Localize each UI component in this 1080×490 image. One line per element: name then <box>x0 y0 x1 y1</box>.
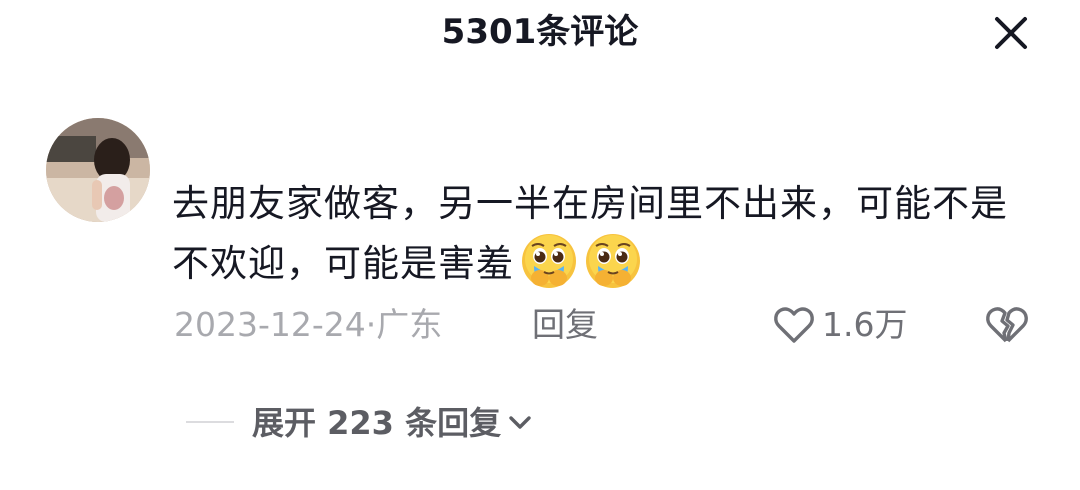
comment-text: 去朋友家做客，另一半在房间里不出来，可能不是不欢迎，可能是害羞 <box>172 176 1032 292</box>
comment-location: 广东 <box>376 305 443 344</box>
close-button[interactable] <box>988 10 1034 56</box>
replies-divider <box>186 421 234 423</box>
reply-button[interactable]: 回复 <box>532 300 598 350</box>
broken-heart-icon <box>986 307 1028 343</box>
avatar-image <box>46 118 150 222</box>
chevron-down-icon <box>509 416 531 429</box>
comments-header: 5301条评论 <box>0 0 1080 70</box>
expand-replies-label: 展开 223 条回复 <box>252 404 502 442</box>
heart-icon <box>774 307 814 343</box>
like-count: 1.6万 <box>822 305 908 344</box>
expand-replies-button[interactable]: 展开 223 条回复 <box>252 398 535 448</box>
comment-date: 2023-12-24 <box>174 305 366 344</box>
comment-meta: 2023-12-24·广东 <box>174 300 442 350</box>
user-avatar[interactable] <box>46 118 150 222</box>
meta-separator: · <box>365 305 377 344</box>
like-button[interactable]: 1.6万 <box>772 300 907 350</box>
dislike-button[interactable] <box>984 302 1030 348</box>
pleading-face-emoji-icon <box>584 232 642 290</box>
comments-count-title: 5301条评论 <box>441 12 639 52</box>
pleading-face-emoji-icon <box>520 232 578 290</box>
close-icon <box>995 17 1027 49</box>
